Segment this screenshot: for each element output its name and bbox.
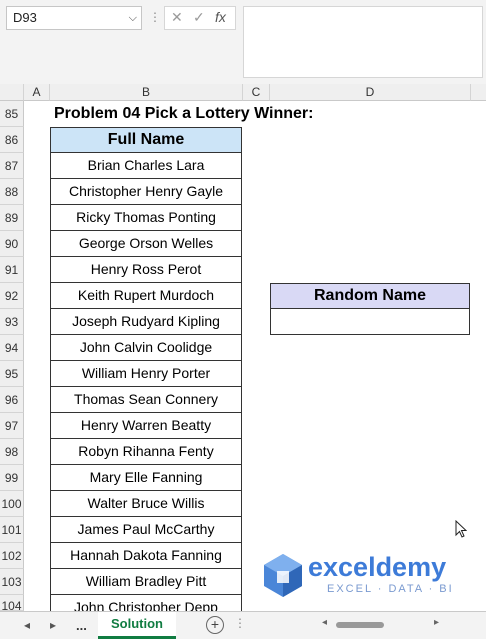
name-cell[interactable]: Henry Warren Beatty: [50, 413, 242, 439]
row-header[interactable]: 104: [0, 595, 24, 611]
name-cell[interactable]: John Calvin Coolidge: [50, 335, 242, 361]
row-header[interactable]: 95: [0, 361, 24, 387]
horizontal-scrollbar[interactable]: ◂ ▸: [322, 617, 440, 630]
logo-tagline: EXCEL · DATA · BI: [327, 583, 454, 595]
mouse-pointer-icon: [455, 520, 467, 538]
name-box[interactable]: D93 ⌵: [6, 6, 142, 30]
name-cell[interactable]: Henry Ross Perot: [50, 257, 242, 283]
row-header[interactable]: 91: [0, 257, 24, 283]
column-header-c[interactable]: C: [243, 84, 270, 101]
row-header[interactable]: 102: [0, 543, 24, 569]
sheet-tabs-bar: ◂ ▸ ... Solution + ⋮ ◂ ▸: [0, 611, 486, 639]
column-header-b[interactable]: B: [50, 84, 243, 101]
name-cell[interactable]: George Orson Welles: [50, 231, 242, 257]
name-cell[interactable]: Brian Charles Lara: [50, 153, 242, 179]
chevron-down-icon[interactable]: ⌵: [129, 7, 137, 29]
formula-input[interactable]: [243, 6, 483, 78]
name-cell[interactable]: James Paul McCarthy: [50, 517, 242, 543]
name-cell[interactable]: Christopher Henry Gayle: [50, 179, 242, 205]
row-header[interactable]: 100: [0, 491, 24, 517]
scroll-tabs-left-icon[interactable]: ◂: [24, 618, 30, 632]
scroll-tabs-right-icon[interactable]: ▸: [50, 618, 56, 632]
add-sheet-icon[interactable]: +: [206, 616, 224, 634]
name-cell[interactable]: Mary Elle Fanning: [50, 465, 242, 491]
name-cell[interactable]: Thomas Sean Connery: [50, 387, 242, 413]
exceldemy-logo-icon: [264, 554, 302, 597]
insert-function-icon[interactable]: fx: [215, 9, 226, 25]
row-header[interactable]: 96: [0, 387, 24, 413]
row-header[interactable]: 88: [0, 179, 24, 205]
row-header[interactable]: 94: [0, 335, 24, 361]
row-header[interactable]: 103: [0, 569, 24, 595]
name-box-value: D93: [13, 10, 37, 25]
scroll-right-icon[interactable]: ▸: [434, 617, 439, 628]
name-cell[interactable]: Walter Bruce Willis: [50, 491, 242, 517]
full-name-header[interactable]: Full Name: [50, 127, 242, 153]
tab-solution[interactable]: Solution: [98, 612, 176, 639]
column-header-e[interactable]: [471, 84, 486, 101]
enter-check-icon[interactable]: ✓: [193, 9, 205, 26]
name-cell[interactable]: Hannah Dakota Fanning: [50, 543, 242, 569]
random-name-cell[interactable]: [270, 309, 470, 335]
more-sheets-button[interactable]: ...: [76, 618, 87, 633]
name-cell[interactable]: Robyn Rihanna Fenty: [50, 439, 242, 465]
row-header[interactable]: 93: [0, 309, 24, 335]
scrollbar-thumb[interactable]: [336, 622, 384, 628]
name-cell[interactable]: Joseph Rudyard Kipling: [50, 309, 242, 335]
row-header[interactable]: 90: [0, 231, 24, 257]
name-cell[interactable]: Ricky Thomas Ponting: [50, 205, 242, 231]
random-name-header[interactable]: Random Name: [270, 283, 470, 309]
cancel-icon[interactable]: ✕: [171, 9, 183, 26]
name-cell[interactable]: William Bradley Pitt: [50, 569, 242, 595]
row-header[interactable]: 87: [0, 153, 24, 179]
more-options-icon[interactable]: ⋮: [149, 10, 161, 24]
row-header[interactable]: 89: [0, 205, 24, 231]
name-cell[interactable]: Keith Rupert Murdoch: [50, 283, 242, 309]
row-header[interactable]: 97: [0, 413, 24, 439]
row-header[interactable]: 92: [0, 283, 24, 309]
row-header[interactable]: 101: [0, 517, 24, 543]
row-header[interactable]: 98: [0, 439, 24, 465]
row-header[interactable]: 99: [0, 465, 24, 491]
column-header-a[interactable]: A: [24, 84, 50, 101]
name-cell[interactable]: John Christopher Depp: [50, 595, 242, 611]
more-options-icon[interactable]: ⋮: [234, 616, 246, 630]
name-cell[interactable]: William Henry Porter: [50, 361, 242, 387]
logo-name: exceldemy: [308, 552, 447, 582]
row-header[interactable]: 85: [0, 101, 24, 127]
scroll-left-icon[interactable]: ◂: [322, 617, 327, 628]
column-header-d[interactable]: D: [270, 84, 471, 101]
formula-buttons: ✕ ✓ fx: [164, 6, 236, 30]
exceldemy-logo: exceldemy EXCEL · DATA · BI: [262, 552, 482, 602]
formula-bar-area: D93 ⌵ ⋮ ✕ ✓ fx: [0, 0, 486, 84]
sheet-title: Problem 04 Pick a Lottery Winner:: [54, 105, 314, 122]
row-header[interactable]: 86: [0, 127, 24, 153]
select-all-corner[interactable]: [0, 84, 24, 101]
